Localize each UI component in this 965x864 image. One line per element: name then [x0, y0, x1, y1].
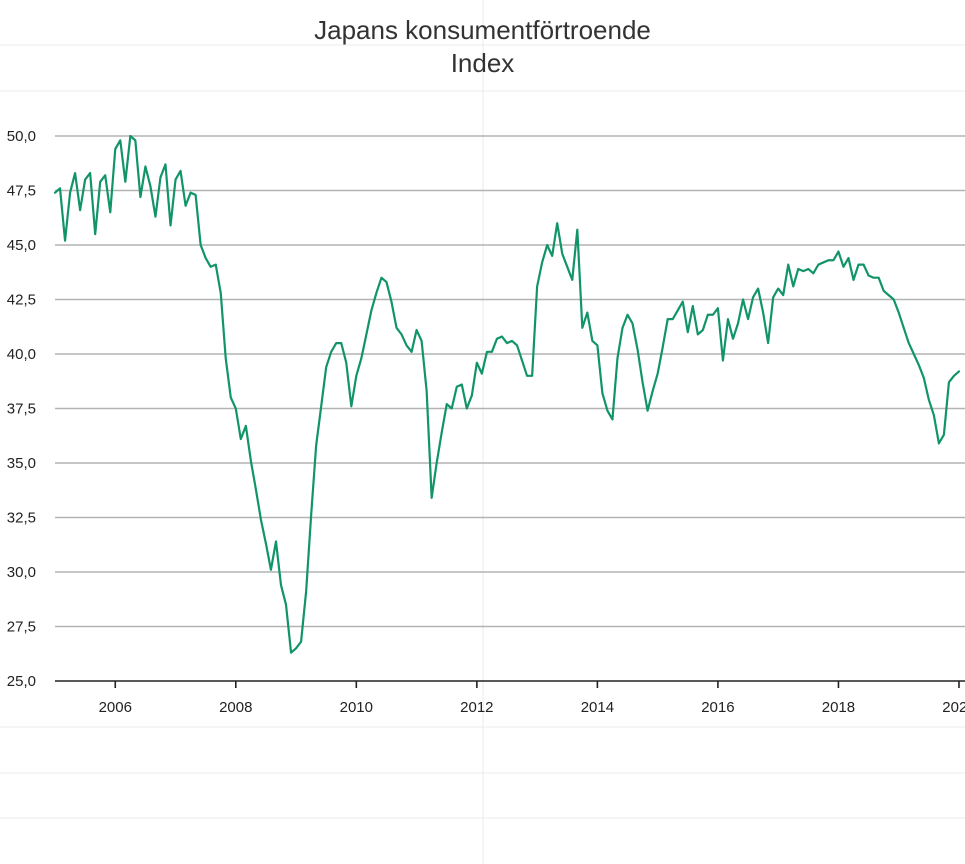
series-layer [53, 134, 961, 654]
y-tick-label: 45,0 [7, 237, 36, 254]
series-line [53, 134, 961, 654]
y-tick-label: 35,0 [7, 455, 36, 472]
grid-lines [55, 135, 965, 628]
x-tick-label: 2020 [942, 699, 965, 716]
y-tick-label: 40,0 [7, 346, 36, 363]
x-tick-label: 2014 [581, 699, 614, 716]
y-tick-label: 42,5 [7, 292, 36, 309]
x-axis: 2006 2008 2010 2012 2014 2016 2018 2020 [55, 680, 965, 716]
x-tick-label: 2016 [701, 699, 734, 716]
y-tick-label: 47,5 [7, 183, 36, 200]
x-tick-label: 2008 [219, 699, 252, 716]
y-tick-label: 50,0 [7, 128, 36, 145]
x-tick-label: 2018 [822, 699, 855, 716]
x-tick-label: 2012 [460, 699, 493, 716]
y-axis: 25,0 27,5 30,0 32,5 35,0 37,5 40,0 42,5 45,0 47,5… [7, 128, 36, 690]
x-tick-label: 2006 [99, 699, 132, 716]
y-tick-label: 25,0 [7, 673, 36, 690]
y-tick-label: 30,0 [7, 564, 36, 581]
x-tick-label: 2010 [340, 699, 373, 716]
y-tick-label: 37,5 [7, 401, 36, 418]
line-chart: 25,0 27,5 30,0 32,5 35,0 37,5 40,0 42,5 45,0 47,5… [7, 128, 965, 716]
y-tick-label: 27,5 [7, 619, 36, 636]
y-tick-label: 32,5 [7, 510, 36, 527]
